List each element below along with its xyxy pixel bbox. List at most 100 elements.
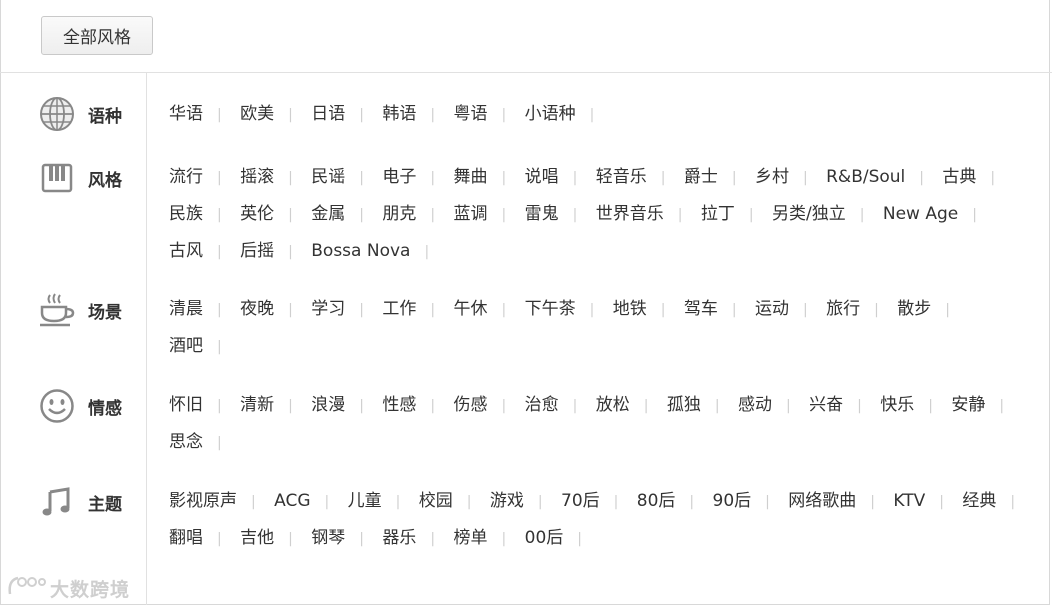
tag-item[interactable]: 午休 |: [454, 291, 520, 328]
tag-item[interactable]: New Age |: [883, 196, 990, 233]
tag-item[interactable]: 工作 |: [382, 291, 448, 328]
category-header-theme: 主题: [38, 482, 122, 522]
tag-item[interactable]: 民族 |: [169, 196, 235, 233]
tag-item[interactable]: 怀旧 |: [169, 387, 235, 424]
tag-item[interactable]: 朋克 |: [382, 196, 448, 233]
tag-separator: |: [288, 170, 293, 186]
tag-item[interactable]: 运动 |: [755, 291, 821, 328]
tag-item[interactable]: 金属 |: [311, 196, 377, 233]
tag-item[interactable]: 学习 |: [311, 291, 377, 328]
tag-item[interactable]: 快乐 |: [880, 387, 946, 424]
tag-separator: |: [972, 207, 977, 223]
tag-item[interactable]: 驾车 |: [684, 291, 750, 328]
tag-item[interactable]: 酒吧 |: [169, 328, 235, 365]
tag-item[interactable]: 兴奋 |: [809, 387, 875, 424]
tag-item[interactable]: 古风 |: [169, 233, 235, 270]
tag-item[interactable]: 英伦 |: [240, 196, 306, 233]
tag-item[interactable]: 爵士 |: [684, 159, 750, 196]
tag-separator: |: [643, 398, 649, 414]
tag-separator: |: [217, 302, 222, 318]
tag-item[interactable]: 另类/独立 |: [772, 196, 877, 233]
tag-item[interactable]: 乡村 |: [755, 159, 821, 196]
tag-item[interactable]: 华语 |: [169, 96, 235, 133]
tag-item[interactable]: 90后 |: [713, 483, 783, 520]
tag-item[interactable]: 思念 |: [169, 424, 235, 461]
tag-item[interactable]: 欧美 |: [240, 96, 306, 133]
tag-item[interactable]: 轻音乐 |: [596, 159, 679, 196]
tag-item[interactable]: 感动 |: [738, 387, 804, 424]
tag-item[interactable]: 粤语 |: [454, 96, 520, 133]
tag-item[interactable]: 流行 |: [169, 159, 235, 196]
tag-item[interactable]: 校园 |: [419, 483, 485, 520]
tag-item[interactable]: 雷鬼 |: [525, 196, 591, 233]
tag-item[interactable]: 治愈 |: [525, 387, 591, 424]
tag-item[interactable]: 儿童 |: [348, 483, 414, 520]
tag-separator: |: [430, 170, 436, 186]
tag-item[interactable]: 榜单 |: [454, 520, 520, 557]
tag-label: 拉丁: [700, 204, 735, 224]
tag-item[interactable]: 放松 |: [596, 387, 662, 424]
tag-separator: |: [424, 244, 430, 260]
tag-label: 古风: [169, 241, 203, 261]
tag-item[interactable]: 韩语 |: [382, 96, 448, 133]
tag-item[interactable]: 小语种 |: [525, 96, 608, 133]
tag-item[interactable]: 吉他 |: [240, 520, 306, 557]
tag-separator: |: [217, 107, 222, 123]
tag-item[interactable]: 伤感 |: [454, 387, 520, 424]
tag-label: 电子: [382, 167, 417, 187]
tag-label: 欧美: [240, 104, 275, 124]
tag-label: 小语种: [524, 104, 576, 124]
tag-item[interactable]: 清晨 |: [169, 291, 235, 328]
tag-item[interactable]: 世界音乐 |: [596, 196, 696, 233]
tag-label: 儿童: [347, 491, 382, 511]
tag-item[interactable]: 蓝调 |: [454, 196, 520, 233]
tag-item[interactable]: 70后 |: [561, 483, 631, 520]
tag-item[interactable]: 孤独 |: [667, 387, 733, 424]
tag-item[interactable]: 电子 |: [382, 159, 448, 196]
tag-separator: |: [919, 170, 924, 186]
tag-item[interactable]: 后摇 |: [240, 233, 306, 270]
tag-item[interactable]: Bossa Nova |: [311, 233, 442, 270]
tag-item[interactable]: 网络歌曲 |: [788, 483, 888, 520]
tag-label: 说唱: [524, 167, 559, 187]
tag-label: 后摇: [240, 241, 275, 261]
tag-label: 放松: [595, 395, 630, 415]
tag-item[interactable]: 地铁 |: [613, 291, 679, 328]
tag-item[interactable]: 性感 |: [382, 387, 448, 424]
tag-separator: |: [501, 107, 507, 123]
tag-item[interactable]: 舞曲 |: [454, 159, 520, 196]
tag-item[interactable]: 翻唱 |: [169, 520, 235, 557]
tag-item[interactable]: ACG |: [274, 483, 342, 520]
tag-item[interactable]: 民谣 |: [311, 159, 377, 196]
tag-label: 乡村: [755, 167, 789, 187]
tag-separator: |: [660, 170, 666, 186]
tag-item[interactable]: 日语 |: [311, 96, 377, 133]
tag-item[interactable]: 安静 |: [951, 387, 1017, 424]
all-styles-button[interactable]: 全部风格: [41, 16, 153, 55]
tag-item[interactable]: 80后 |: [637, 483, 707, 520]
tag-label: 雷鬼: [524, 204, 559, 224]
tag-item[interactable]: 夜晚 |: [240, 291, 306, 328]
tag-item[interactable]: 旅行 |: [826, 291, 892, 328]
tag-item[interactable]: 00后 |: [525, 520, 595, 557]
category-header-scene: 场景: [38, 290, 122, 330]
tag-item[interactable]: 浪漫 |: [311, 387, 377, 424]
tag-item[interactable]: 拉丁 |: [701, 196, 767, 233]
tag-label: 70后: [561, 491, 600, 511]
tag-item[interactable]: KTV |: [893, 483, 957, 520]
tag-label: 午休: [453, 299, 488, 319]
globe-icon: [38, 95, 76, 133]
tag-item[interactable]: 摇滚 |: [240, 159, 306, 196]
tag-item[interactable]: 清新 |: [240, 387, 306, 424]
tag-item[interactable]: 影视原声 |: [169, 483, 269, 520]
tag-item[interactable]: 钢琴 |: [311, 520, 377, 557]
tag-item[interactable]: 经典 |: [962, 483, 1028, 520]
tag-item[interactable]: 散步 |: [897, 291, 963, 328]
tag-item[interactable]: R&B/Soul |: [826, 159, 937, 196]
tag-item[interactable]: 游戏 |: [490, 483, 556, 520]
tag-item[interactable]: 下午茶 |: [525, 291, 608, 328]
tag-label: Bossa Nova: [311, 241, 411, 261]
tag-item[interactable]: 器乐 |: [382, 520, 448, 557]
tag-item[interactable]: 古典 |: [942, 159, 1008, 196]
tag-item[interactable]: 说唱 |: [525, 159, 591, 196]
